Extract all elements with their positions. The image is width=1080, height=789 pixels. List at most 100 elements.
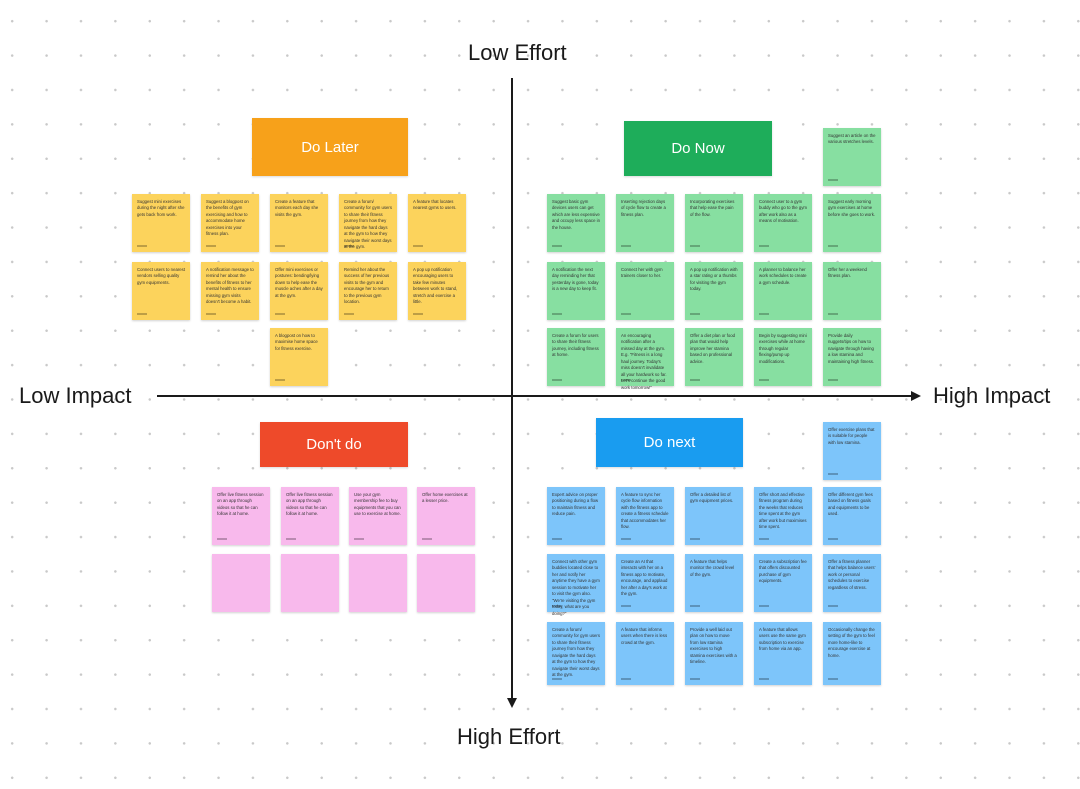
- impact-axis: [157, 395, 913, 397]
- sticky-note[interactable]: Expert advice on proper positioning duri…: [547, 487, 605, 545]
- sticky-note-author-mark: [759, 379, 769, 381]
- sticky-note[interactable]: Create a subscription fee that offers di…: [754, 554, 812, 612]
- sticky-note[interactable]: Create a forum/ community for gym users …: [339, 194, 397, 252]
- sticky-note-author-mark: [217, 538, 227, 540]
- sticky-note-author-mark: [759, 678, 769, 680]
- sticky-note[interactable]: A notification message to remind her abo…: [201, 262, 259, 320]
- sticky-note[interactable]: Suggest a blogpost on the benefits of gy…: [201, 194, 259, 252]
- sticky-note-author-mark: [552, 379, 562, 381]
- sticky-note[interactable]: [212, 554, 270, 612]
- sticky-note-text: Offer live fitness session on an app thr…: [217, 492, 264, 517]
- sticky-note[interactable]: A feature that locates nearest gyms to u…: [408, 194, 466, 252]
- sticky-note[interactable]: Suggest basic gym devices users can get …: [547, 194, 605, 252]
- sticky-note-text: Offer her a weekend fitness plan.: [828, 267, 867, 279]
- sticky-note-text: A pop up notification encouraging users …: [413, 267, 458, 305]
- sticky-note[interactable]: A feature that informs users when there …: [616, 622, 674, 685]
- sticky-note[interactable]: Offer a fitness planner that helps balan…: [823, 554, 881, 612]
- sticky-note[interactable]: Create a forum/ community for gym users …: [547, 622, 605, 685]
- sticky-note[interactable]: Create a feature that monitors each day …: [270, 194, 328, 252]
- sticky-note-text: A feature that locates nearest gyms to u…: [413, 199, 457, 211]
- sticky-note-text: Create a forum/ community for gym users …: [344, 199, 392, 250]
- sticky-note[interactable]: A notification the next day reminding he…: [547, 262, 605, 320]
- sticky-note[interactable]: A pop up notification with a star rating…: [685, 262, 743, 320]
- sticky-note-text: Offer a diet plan or food plan that woul…: [690, 333, 736, 364]
- sticky-note[interactable]: A planner to balance her work schedules …: [754, 262, 812, 320]
- sticky-note-author-mark: [621, 245, 631, 247]
- sticky-note-text: A notification message to remind her abo…: [206, 267, 254, 305]
- sticky-note[interactable]: Occasionally change the setting of the g…: [823, 622, 881, 685]
- sticky-note-text: Expert advice on proper positioning duri…: [552, 492, 599, 517]
- sticky-note[interactable]: Offer mini exercises or postures: bendin…: [270, 262, 328, 320]
- sticky-note-author-mark: [621, 313, 631, 315]
- sticky-note-text: Offer different gym fees based on fitnes…: [828, 492, 873, 517]
- sticky-note-author-mark: [206, 313, 216, 315]
- sticky-note[interactable]: An encouraging notification after a miss…: [616, 328, 674, 390]
- axis-label-low-impact: Low Impact: [19, 383, 132, 408]
- sticky-note[interactable]: Provide daily nuggets/tips on how to nav…: [823, 328, 881, 386]
- sticky-note[interactable]: Inserting rejection days of cycle flow t…: [616, 194, 674, 252]
- sticky-note[interactable]: Use your gym membership fee to buy equip…: [349, 487, 407, 545]
- sticky-note[interactable]: [349, 554, 407, 612]
- sticky-note-text: Suggest a blogpost on the benefits of gy…: [206, 199, 249, 237]
- sticky-note[interactable]: Offer exercise plans that is suitable fo…: [823, 422, 881, 480]
- sticky-note[interactable]: Offer a diet plan or food plan that woul…: [685, 328, 743, 386]
- axis-label-low-effort: Low Effort: [468, 40, 567, 65]
- sticky-note[interactable]: A feature that helps monitor the crowd l…: [685, 554, 743, 612]
- sticky-note-author-mark: [759, 605, 769, 607]
- sticky-note-author-mark: [690, 379, 700, 381]
- sticky-note[interactable]: A pop up notification encouraging users …: [408, 262, 466, 320]
- sticky-note[interactable]: A blogpost on how to maximise home space…: [270, 328, 328, 386]
- sticky-note[interactable]: A feature that allows users use the same…: [754, 622, 812, 685]
- sticky-note-author-mark: [552, 605, 562, 607]
- sticky-note-text: Connect users to nearest vendors selling…: [137, 267, 186, 285]
- sticky-note-text: Remind her about the success of her prev…: [344, 267, 390, 305]
- sticky-note[interactable]: Create a forum for users to share their …: [547, 328, 605, 386]
- sticky-note-author-mark: [137, 245, 147, 247]
- sticky-note[interactable]: Suggest mini exercises during the night …: [132, 194, 190, 252]
- sticky-note[interactable]: Connect users to nearest vendors selling…: [132, 262, 190, 320]
- sticky-note-author-mark: [828, 313, 838, 315]
- sticky-note[interactable]: Create an AI that interacts with her on …: [616, 554, 674, 612]
- sticky-note-text: Offer short and effective fitness progra…: [759, 492, 807, 530]
- sticky-note[interactable]: Connect with other gym buddies located c…: [547, 554, 605, 616]
- axis-label-high-effort: High Effort: [457, 724, 561, 749]
- sticky-note-author-mark: [828, 179, 838, 181]
- sticky-note[interactable]: [417, 554, 475, 612]
- sticky-note[interactable]: Connect user to a gym buddy who go to th…: [754, 194, 812, 252]
- sticky-note[interactable]: Offer home exercises at a lesser price.: [417, 487, 475, 545]
- sticky-note[interactable]: Suggest an article on the various stretc…: [823, 128, 881, 186]
- quadrant-header-do-later[interactable]: Do Later: [252, 118, 408, 176]
- sticky-note-text: Create a feature that monitors each day …: [275, 199, 319, 217]
- sticky-note[interactable]: Begin by suggesting mini exercises while…: [754, 328, 812, 386]
- sticky-note-text: Suggest an article on the various stretc…: [828, 133, 876, 145]
- sticky-note-text: A planner to balance her work schedules …: [759, 267, 807, 285]
- sticky-note[interactable]: Provide a well laid out plan on how to m…: [685, 622, 743, 685]
- sticky-note-author-mark: [828, 379, 838, 381]
- quadrant-header-do-now[interactable]: Do Now: [624, 121, 772, 176]
- quadrant-header-dont-do[interactable]: Don't do: [260, 422, 408, 467]
- sticky-note[interactable]: Connect her with gym trainers closer to …: [616, 262, 674, 320]
- axis-label-high-impact: High Impact: [933, 383, 1051, 408]
- sticky-note[interactable]: [281, 554, 339, 612]
- sticky-note[interactable]: Offer different gym fees based on fitnes…: [823, 487, 881, 545]
- sticky-note-text: An encouraging notification after a miss…: [621, 333, 667, 390]
- sticky-note[interactable]: Offer her a weekend fitness plan.: [823, 262, 881, 320]
- effort-axis-arrow: [507, 698, 517, 708]
- sticky-note[interactable]: Offer a detailed list of gym equipment p…: [685, 487, 743, 545]
- sticky-note[interactable]: Offer live fitness session on an app thr…: [281, 487, 339, 545]
- sticky-note[interactable]: Remind her about the success of her prev…: [339, 262, 397, 320]
- sticky-note[interactable]: Offer short and effective fitness progra…: [754, 487, 812, 545]
- sticky-note-author-mark: [621, 538, 631, 540]
- sticky-note-author-mark: [552, 313, 562, 315]
- sticky-note-text: Offer home exercises at a lesser price.: [422, 492, 468, 504]
- sticky-note[interactable]: Suggest early morning gym exercises at h…: [823, 194, 881, 252]
- sticky-note[interactable]: Offer live fitness session on an app thr…: [212, 487, 270, 545]
- sticky-note[interactable]: Incorporating exercises that help ease t…: [685, 194, 743, 252]
- sticky-note-text: Create a subscription fee that offers di…: [759, 559, 807, 584]
- sticky-note-author-mark: [690, 245, 700, 247]
- sticky-note-text: Occasionally change the setting of the g…: [828, 627, 875, 658]
- quadrant-header-do-next[interactable]: Do next: [596, 418, 743, 467]
- sticky-note[interactable]: A feature to sync her cycle flow informa…: [616, 487, 674, 545]
- sticky-note-text: Connect with other gym buddies located c…: [552, 559, 600, 616]
- sticky-note-author-mark: [275, 379, 285, 381]
